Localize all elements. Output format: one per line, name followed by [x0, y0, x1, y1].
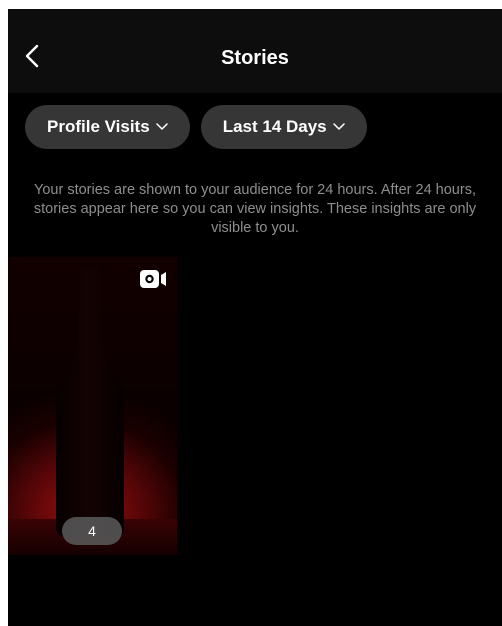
video-icon	[139, 267, 169, 291]
chevron-down-icon	[155, 123, 168, 131]
date-range-filter-label: Last 14 Days	[222, 117, 327, 136]
stories-screen: Stories Profile Visits Last 14 Days Your…	[8, 9, 502, 626]
metric-filter-button[interactable]: Profile Visits	[25, 105, 190, 149]
page-title: Stories	[221, 47, 289, 69]
date-range-filter-button[interactable]: Last 14 Days	[200, 105, 367, 149]
story-metric-badge: 4	[62, 517, 122, 545]
chevron-down-icon	[332, 123, 345, 131]
metric-filter-label: Profile Visits	[47, 117, 150, 136]
story-thumbnail[interactable]	[8, 257, 177, 555]
bottle-image	[56, 267, 124, 537]
stories-info-text: Your stories are shown to your audience …	[33, 182, 477, 236]
header-bar: Stories	[8, 9, 502, 93]
filter-bar: Profile Visits Last 14 Days	[25, 105, 367, 149]
